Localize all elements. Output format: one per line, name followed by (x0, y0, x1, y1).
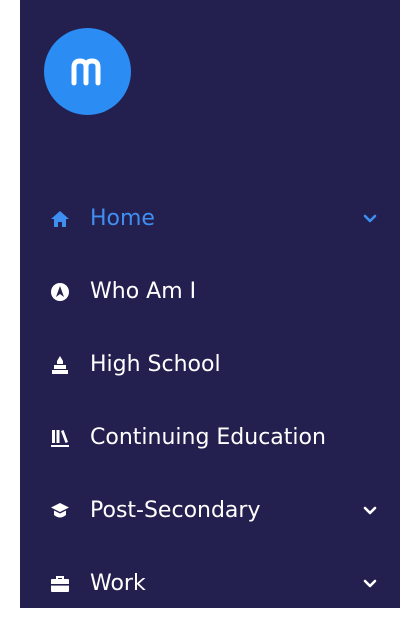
nav-item-label: Continuing Education (90, 424, 326, 450)
nav-item-label: High School (90, 351, 221, 377)
nav-item-label: Who Am I (90, 278, 197, 304)
nav-item-continuing-education[interactable]: Continuing Education (20, 401, 400, 474)
briefcase-icon (49, 573, 71, 595)
nav-item-home[interactable]: Home (20, 182, 400, 255)
books-icon (49, 427, 71, 449)
compass-icon (49, 281, 71, 303)
chevron-down-icon[interactable] (362, 211, 378, 227)
sidebar-nav: Home Who Am I High School Continuing Edu… (20, 0, 400, 608)
nav-item-label: Work (90, 570, 146, 596)
home-icon (49, 208, 71, 230)
nav-item-label: Home (90, 205, 155, 231)
chevron-down-icon[interactable] (362, 503, 378, 519)
nav-item-who-am-i[interactable]: Who Am I (20, 255, 400, 328)
nav-item-high-school[interactable]: High School (20, 328, 400, 401)
app-logo[interactable] (44, 28, 131, 115)
school-building-icon (49, 354, 71, 376)
nav-item-post-secondary[interactable]: Post-Secondary (20, 474, 400, 547)
chevron-down-icon[interactable] (362, 576, 378, 592)
graduation-cap-icon (49, 500, 71, 522)
nav-menu: Home Who Am I High School Continuing Edu… (20, 182, 400, 620)
m-logo-icon (71, 58, 100, 85)
nav-item-work[interactable]: Work (20, 547, 400, 620)
nav-item-label: Post-Secondary (90, 497, 261, 523)
